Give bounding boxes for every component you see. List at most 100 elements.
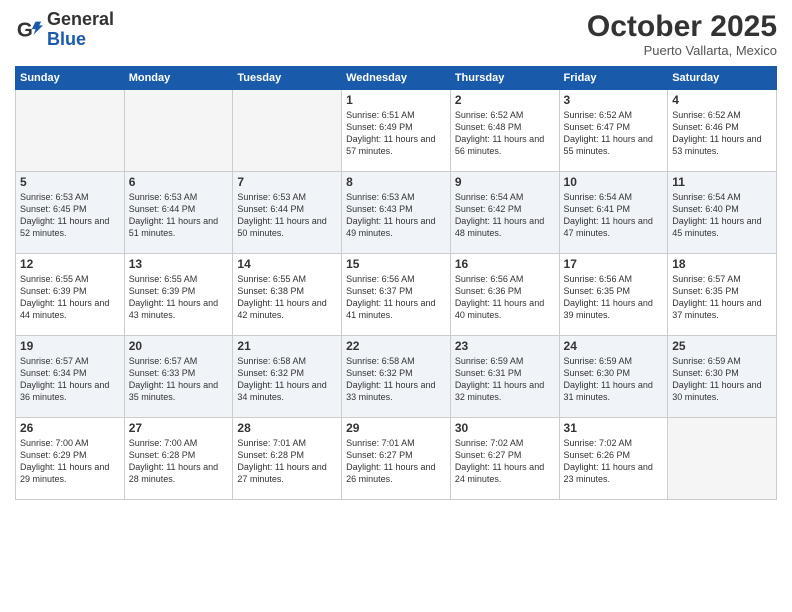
day-number: 31: [564, 421, 664, 435]
day-info: Sunrise: 6:53 AM Sunset: 6:44 PM Dayligh…: [129, 191, 229, 240]
calendar-cell: 24Sunrise: 6:59 AM Sunset: 6:30 PM Dayli…: [559, 336, 668, 418]
title-section: October 2025 Puerto Vallarta, Mexico: [587, 10, 777, 58]
day-info: Sunrise: 6:52 AM Sunset: 6:46 PM Dayligh…: [672, 109, 772, 158]
weekday-header-sunday: Sunday: [16, 67, 125, 90]
day-number: 26: [20, 421, 120, 435]
weekday-header-saturday: Saturday: [668, 67, 777, 90]
calendar-cell: 5Sunrise: 6:53 AM Sunset: 6:45 PM Daylig…: [16, 172, 125, 254]
calendar-week-row: 19 Sunrise: 6:57 AM Sunset: 6:34 PM Dayli…: [16, 336, 777, 418]
day-info: Sunrise: 6:56 AM Sunset: 6:35 PM Dayligh…: [564, 273, 664, 322]
day-number: 7: [237, 175, 337, 189]
calendar-cell: 1 Sunrise: 6:51 AM Sunset: 6:49 PM Daylig…: [342, 90, 451, 172]
day-number: 17: [564, 257, 664, 271]
day-number: 11: [672, 175, 772, 189]
day-number: 21: [237, 339, 337, 353]
day-number: 25: [672, 339, 772, 353]
day-number: 27: [129, 421, 229, 435]
calendar-cell: [233, 90, 342, 172]
calendar-cell: 14Sunrise: 6:55 AM Sunset: 6:38 PM Dayli…: [233, 254, 342, 336]
weekday-header-thursday: Thursday: [450, 67, 559, 90]
day-number: 10: [564, 175, 664, 189]
day-info: Sunrise: 6:55 AM Sunset: 6:39 PM Dayligh…: [129, 273, 229, 322]
day-info: Sunrise: 6:56 AM Sunset: 6:37 PM Dayligh…: [346, 273, 446, 322]
day-info: Sunrise: 7:00 AM Sunset: 6:28 PM Dayligh…: [129, 437, 229, 486]
day-info: Sunrise: 6:57 AM Sunset: 6:33 PM Dayligh…: [129, 355, 229, 404]
day-info: Sunrise: 6:59 AM Sunset: 6:31 PM Dayligh…: [455, 355, 555, 404]
calendar-cell: [124, 90, 233, 172]
calendar-cell: 11Sunrise: 6:54 AM Sunset: 6:40 PM Dayli…: [668, 172, 777, 254]
calendar-cell: 7Sunrise: 6:53 AM Sunset: 6:44 PM Daylig…: [233, 172, 342, 254]
day-info: Sunrise: 6:57 AM Sunset: 6:35 PM Dayligh…: [672, 273, 772, 322]
day-number: 13: [129, 257, 229, 271]
weekday-header-row: SundayMondayTuesdayWednesdayThursdayFrid…: [16, 67, 777, 90]
calendar-cell: [668, 418, 777, 500]
calendar-cell: 10 Sunrise: 6:54 AM Sunset: 6:41 PM Dayli…: [559, 172, 668, 254]
calendar-cell: 23 Sunrise: 6:59 AM Sunset: 6:31 PM Dayli…: [450, 336, 559, 418]
calendar-cell: 19 Sunrise: 6:57 AM Sunset: 6:34 PM Dayli…: [16, 336, 125, 418]
day-info: Sunrise: 7:00 AM Sunset: 6:29 PM Dayligh…: [20, 437, 120, 486]
calendar-cell: 6 Sunrise: 6:53 AM Sunset: 6:44 PM Daylig…: [124, 172, 233, 254]
location-subtitle: Puerto Vallarta, Mexico: [587, 43, 777, 58]
day-number: 6: [129, 175, 229, 189]
svg-text:G: G: [17, 18, 33, 41]
weekday-header-wednesday: Wednesday: [342, 67, 451, 90]
day-info: Sunrise: 6:58 AM Sunset: 6:32 PM Dayligh…: [237, 355, 337, 404]
calendar: SundayMondayTuesdayWednesdayThursdayFrid…: [15, 66, 777, 500]
calendar-cell: 16 Sunrise: 6:56 AM Sunset: 6:36 PM Dayli…: [450, 254, 559, 336]
day-info: Sunrise: 6:52 AM Sunset: 6:48 PM Dayligh…: [455, 109, 555, 158]
day-info: Sunrise: 6:53 AM Sunset: 6:45 PM Dayligh…: [20, 191, 120, 240]
day-number: 1: [346, 93, 446, 107]
calendar-week-row: 12 Sunrise: 6:55 AM Sunset: 6:39 PM Dayli…: [16, 254, 777, 336]
calendar-cell: 28Sunrise: 7:01 AM Sunset: 6:28 PM Dayli…: [233, 418, 342, 500]
logo: G General Blue: [15, 10, 114, 50]
calendar-cell: 22 Sunrise: 6:58 AM Sunset: 6:32 PM Dayli…: [342, 336, 451, 418]
day-number: 2: [455, 93, 555, 107]
calendar-cell: 30 Sunrise: 7:02 AM Sunset: 6:27 PM Dayli…: [450, 418, 559, 500]
calendar-week-row: 26 Sunrise: 7:00 AM Sunset: 6:29 PM Dayli…: [16, 418, 777, 500]
logo-blue: Blue: [47, 29, 86, 49]
day-number: 9: [455, 175, 555, 189]
weekday-header-monday: Monday: [124, 67, 233, 90]
day-number: 28: [237, 421, 337, 435]
day-number: 20: [129, 339, 229, 353]
day-info: Sunrise: 6:57 AM Sunset: 6:34 PM Dayligh…: [20, 355, 120, 404]
logo-general: General: [47, 9, 114, 29]
day-info: Sunrise: 6:55 AM Sunset: 6:38 PM Dayligh…: [237, 273, 337, 322]
calendar-cell: 3 Sunrise: 6:52 AM Sunset: 6:47 PM Daylig…: [559, 90, 668, 172]
weekday-header-tuesday: Tuesday: [233, 67, 342, 90]
day-info: Sunrise: 6:51 AM Sunset: 6:49 PM Dayligh…: [346, 109, 446, 158]
day-number: 3: [564, 93, 664, 107]
calendar-cell: 15Sunrise: 6:56 AM Sunset: 6:37 PM Dayli…: [342, 254, 451, 336]
calendar-cell: 20 Sunrise: 6:57 AM Sunset: 6:33 PM Dayli…: [124, 336, 233, 418]
calendar-cell: 17 Sunrise: 6:56 AM Sunset: 6:35 PM Dayli…: [559, 254, 668, 336]
calendar-cell: 25 Sunrise: 6:59 AM Sunset: 6:30 PM Dayli…: [668, 336, 777, 418]
day-info: Sunrise: 6:53 AM Sunset: 6:43 PM Dayligh…: [346, 191, 446, 240]
calendar-cell: 12 Sunrise: 6:55 AM Sunset: 6:39 PM Dayli…: [16, 254, 125, 336]
day-info: Sunrise: 6:56 AM Sunset: 6:36 PM Dayligh…: [455, 273, 555, 322]
day-info: Sunrise: 6:58 AM Sunset: 6:32 PM Dayligh…: [346, 355, 446, 404]
calendar-cell: 13 Sunrise: 6:55 AM Sunset: 6:39 PM Dayli…: [124, 254, 233, 336]
day-number: 16: [455, 257, 555, 271]
day-number: 18: [672, 257, 772, 271]
calendar-cell: 26 Sunrise: 7:00 AM Sunset: 6:29 PM Dayli…: [16, 418, 125, 500]
day-number: 22: [346, 339, 446, 353]
calendar-cell: 21 Sunrise: 6:58 AM Sunset: 6:32 PM Dayli…: [233, 336, 342, 418]
logo-text: General Blue: [47, 10, 114, 50]
calendar-cell: 2 Sunrise: 6:52 AM Sunset: 6:48 PM Daylig…: [450, 90, 559, 172]
day-number: 24: [564, 339, 664, 353]
header: G General Blue October 2025 Puerto Valla…: [15, 10, 777, 58]
day-info: Sunrise: 6:52 AM Sunset: 6:47 PM Dayligh…: [564, 109, 664, 158]
calendar-cell: 18 Sunrise: 6:57 AM Sunset: 6:35 PM Dayli…: [668, 254, 777, 336]
day-info: Sunrise: 6:54 AM Sunset: 6:41 PM Dayligh…: [564, 191, 664, 240]
day-info: Sunrise: 6:55 AM Sunset: 6:39 PM Dayligh…: [20, 273, 120, 322]
day-number: 12: [20, 257, 120, 271]
calendar-cell: [16, 90, 125, 172]
day-info: Sunrise: 7:02 AM Sunset: 6:27 PM Dayligh…: [455, 437, 555, 486]
day-info: Sunrise: 6:59 AM Sunset: 6:30 PM Dayligh…: [672, 355, 772, 404]
day-number: 23: [455, 339, 555, 353]
day-number: 19: [20, 339, 120, 353]
day-number: 30: [455, 421, 555, 435]
day-number: 8: [346, 175, 446, 189]
day-info: Sunrise: 7:01 AM Sunset: 6:27 PM Dayligh…: [346, 437, 446, 486]
month-title: October 2025: [587, 10, 777, 43]
